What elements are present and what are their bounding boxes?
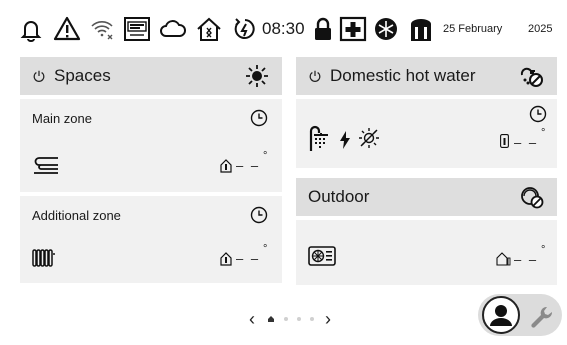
dhw-temp: – – (514, 135, 539, 150)
indoor-temp-icon (220, 159, 232, 173)
power-icon[interactable] (32, 69, 46, 83)
defrost-icon (371, 14, 401, 44)
date-label: 25 February (443, 23, 503, 35)
dhw-card[interactable]: Domestic hot water – – ° (296, 57, 557, 168)
power-icon[interactable] (308, 69, 322, 83)
tank-temp-icon (500, 134, 509, 148)
page-indicator: ‹ › (245, 305, 335, 333)
outdoor-unit-icon (308, 246, 336, 266)
main-zone-temp: – – (236, 158, 261, 173)
main-zone-label: Main zone (32, 111, 92, 126)
dhw-panel[interactable]: – – ° (296, 99, 557, 168)
dhw-title: Domestic hot water (330, 66, 476, 85)
gateway-icon (122, 14, 152, 44)
outdoor-panel[interactable]: – – ° (296, 220, 557, 285)
sun-icon (244, 63, 270, 89)
outdoor-title: Outdoor (308, 187, 370, 206)
additional-zone-label: Additional zone (32, 208, 121, 223)
home-signal-icon (194, 14, 224, 44)
warning-icon[interactable] (52, 14, 82, 44)
indoor-temp-icon (220, 252, 232, 266)
dhw-header[interactable]: Domestic hot water (296, 57, 557, 95)
additional-zone-temp: – – (236, 251, 261, 266)
timer-icon (230, 14, 260, 44)
radiator-icon (32, 248, 56, 268)
shower-icon (308, 125, 330, 151)
outdoor-temp-icon (496, 252, 512, 266)
user-icon[interactable] (482, 296, 520, 334)
clock-time: 08:30 (262, 19, 305, 38)
main-zone-unit: ° (263, 150, 270, 162)
cloud-icon (158, 14, 188, 44)
page-dot[interactable] (283, 317, 288, 321)
additional-zone-unit: ° (263, 243, 270, 255)
dhw-disabled-icon (519, 63, 545, 89)
outdoor-card[interactable]: Outdoor – – ° (296, 178, 557, 285)
sun-disabled-icon (358, 127, 380, 149)
wifi-off-icon (87, 14, 117, 44)
year-label: 2025 (528, 23, 553, 35)
page-dots (267, 315, 314, 323)
spaces-title: Spaces (54, 66, 111, 85)
spaces-card: Spaces Main zone – – ° Additional zone –… (20, 57, 282, 283)
additional-zone-panel[interactable]: Additional zone – – ° (20, 196, 282, 283)
clock-icon (529, 105, 547, 123)
cylinder-icon (406, 14, 436, 44)
dhw-unit: ° (541, 127, 548, 139)
electric-icon (340, 131, 350, 149)
main-zone-panel[interactable]: Main zone – – ° (20, 99, 282, 192)
prev-page-button[interactable]: ‹ (245, 309, 259, 330)
page-dot[interactable] (296, 317, 301, 321)
lock-icon (308, 14, 338, 44)
next-page-button[interactable]: › (321, 309, 335, 330)
clock-icon (250, 206, 268, 224)
first-aid-icon (338, 14, 368, 44)
wrench-icon[interactable] (527, 303, 555, 331)
spaces-header[interactable]: Spaces (20, 57, 282, 95)
page-dot[interactable] (309, 317, 314, 321)
home-page-dot-icon[interactable] (267, 315, 275, 323)
outdoor-disabled-icon (519, 184, 545, 210)
outdoor-unit: ° (541, 244, 548, 256)
bell-icon[interactable] (16, 14, 46, 44)
status-bar: 08:30 25 February 2025 (0, 0, 567, 56)
outdoor-temp: – – (514, 252, 539, 267)
outdoor-header[interactable]: Outdoor (296, 178, 557, 216)
underfloor-heating-icon (32, 155, 60, 175)
clock-icon (250, 109, 268, 127)
